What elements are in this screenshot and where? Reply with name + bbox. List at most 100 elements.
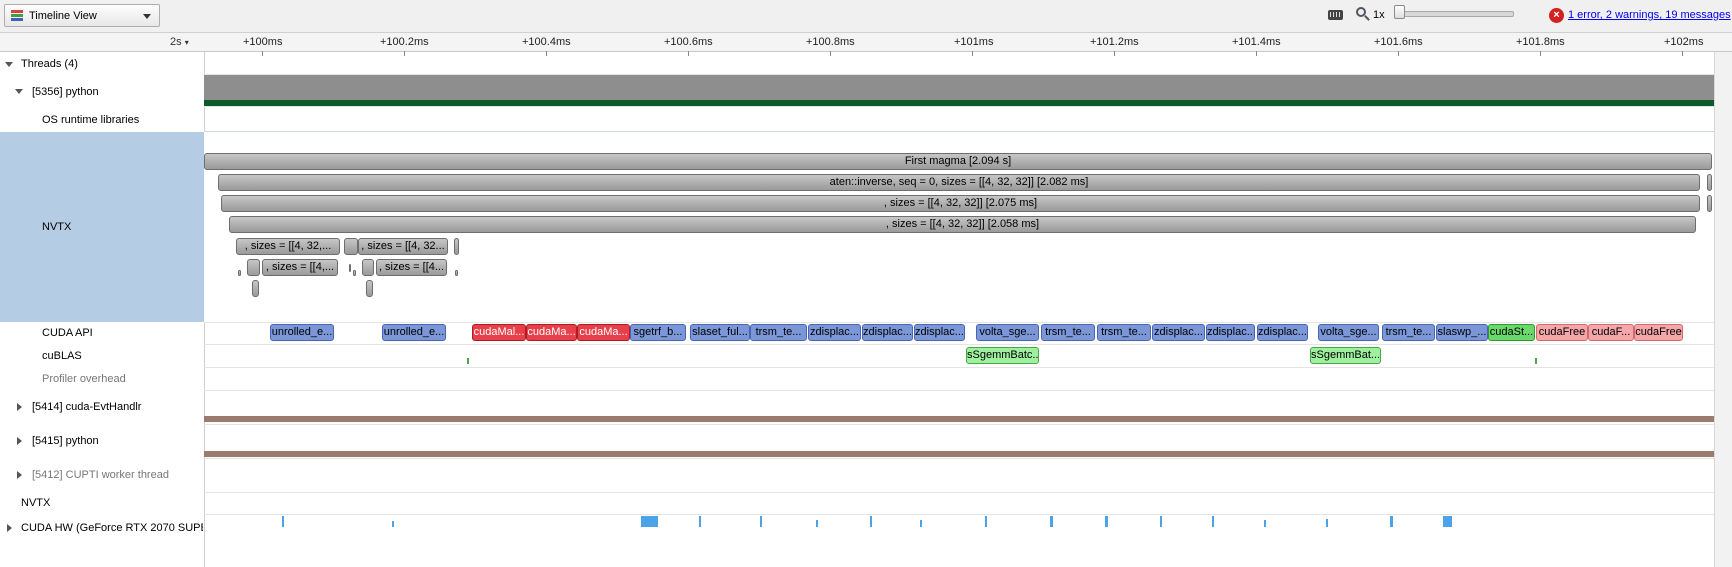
kernel-mark[interactable] — [282, 516, 284, 527]
keyboard-icon[interactable] — [1328, 10, 1343, 20]
nvtx-range-aten-inverse[interactable]: aten::inverse, seq = 0, sizes = [[4, 32,… — [218, 174, 1700, 191]
ruler-tick-label: +101.4ms — [1232, 36, 1281, 48]
kernel-mark[interactable] — [920, 520, 922, 527]
nvtx-range-first-magma[interactable]: First magma [2.094 s] — [204, 153, 1712, 170]
tree-nvtx-global[interactable]: NVTX — [21, 497, 50, 509]
messages-link[interactable]: 1 error, 2 warnings, 19 messages — [1568, 9, 1731, 21]
cuda-api-call[interactable]: cudaFree — [1634, 324, 1683, 341]
cuda-api-call[interactable]: trsm_te... — [1097, 324, 1151, 341]
cuda-api-call[interactable]: zdisplac... — [1152, 324, 1205, 341]
tree-cublas[interactable]: cuBLAS — [42, 350, 82, 362]
tree-nvtx[interactable]: NVTX — [42, 221, 71, 233]
cublas-call[interactable]: sSgemmBat... — [1310, 347, 1381, 364]
ruler-tick — [546, 51, 547, 56]
tree-os-runtime[interactable]: OS runtime libraries — [42, 114, 139, 126]
cuda-api-call[interactable]: cudaF... — [1588, 324, 1634, 341]
nvtx-subrange[interactable] — [362, 259, 374, 276]
cuda-api-call[interactable]: sgetrf_b... — [630, 324, 686, 341]
kernel-mark[interactable] — [1160, 516, 1162, 527]
nvtx-range[interactable]: , sizes = [[4, 32, 32]] [2.075 ms] — [221, 195, 1700, 212]
zoom-icon[interactable] — [1356, 7, 1366, 17]
cuda-api-call[interactable]: cudaMa... — [526, 324, 577, 341]
cuda-api-call[interactable]: volta_sge... — [976, 324, 1039, 341]
kernel-mark[interactable] — [1050, 516, 1053, 527]
nvtx-subrange[interactable] — [344, 238, 358, 255]
python-5415-activity-bar[interactable] — [204, 451, 1714, 457]
cuda-api-call[interactable]: cudaMal... — [472, 324, 526, 341]
cuda-api-call[interactable]: volta_sge... — [1318, 324, 1379, 341]
zoom-slider-track[interactable] — [1394, 11, 1514, 17]
tree-cuda-evthandlr[interactable]: [5414] cuda-EvtHandlr — [32, 401, 141, 413]
kernel-mark[interactable] — [1212, 516, 1214, 527]
kernel-mark[interactable] — [816, 520, 818, 527]
cuda-api-call[interactable]: zdisplac... — [862, 324, 913, 341]
ruler-scale-label: 2s — [170, 36, 182, 48]
kernel-mark[interactable] — [1264, 520, 1266, 527]
ruler-tick — [830, 51, 831, 56]
kernel-mark[interactable] — [641, 516, 658, 527]
cuda-api-call[interactable]: cudaSt... — [1488, 324, 1535, 341]
nvtx-range-sliver[interactable] — [1707, 174, 1712, 191]
nvtx-subrange[interactable] — [247, 259, 260, 276]
nvtx-range[interactable]: , sizes = [[4, 32, 32]] [2.058 ms] — [229, 216, 1696, 233]
evthandlr-activity-bar[interactable] — [204, 416, 1714, 422]
collapse-threads-icon[interactable] — [5, 62, 13, 67]
kernel-mark[interactable] — [1443, 516, 1452, 527]
zoom-slider-thumb[interactable] — [1394, 5, 1405, 19]
expand-python-5415-icon[interactable] — [17, 437, 22, 445]
kernel-mark[interactable] — [1326, 519, 1328, 527]
cublas-tick — [1535, 358, 1537, 364]
ruler-tick-label: +102ms — [1664, 36, 1704, 48]
tree-cupti-worker[interactable]: [5412] CUPTI worker thread — [32, 469, 169, 481]
kernel-mark[interactable] — [870, 516, 872, 527]
collapse-python-icon[interactable] — [15, 89, 23, 94]
cuda-api-call[interactable]: cudaFree — [1536, 324, 1588, 341]
kernel-mark[interactable] — [1390, 516, 1393, 527]
cublas-call[interactable]: sSgemmBatc... — [966, 347, 1039, 364]
row-separator — [204, 131, 1714, 132]
tree-cuda-hw[interactable]: CUDA HW (GeForce RTX 2070 SUPER — [21, 522, 203, 534]
tree-profiler-overhead[interactable]: Profiler overhead — [42, 373, 126, 385]
nvtx-subrange[interactable]: , sizes = [[4... — [376, 259, 447, 276]
view-select-dropdown[interactable]: Timeline View — [4, 4, 160, 27]
tree-threads[interactable]: Threads (4) — [21, 58, 78, 70]
cuda-api-call[interactable]: slaswp_... — [1436, 324, 1488, 341]
cuda-api-call[interactable]: zdisplac... — [808, 324, 861, 341]
kernel-mark[interactable] — [985, 516, 987, 527]
cuda-api-call[interactable]: trsm_te... — [750, 324, 807, 341]
tree-python-5356[interactable]: [5356] python — [32, 86, 99, 98]
cuda-api-call[interactable]: zdisplac... — [1206, 324, 1255, 341]
nvtx-subrange[interactable] — [366, 280, 373, 297]
cuda-api-call[interactable]: zdisplac... — [1257, 324, 1308, 341]
ruler-tick-label: +100.4ms — [522, 36, 571, 48]
thread-activity-bar[interactable] — [204, 75, 1714, 100]
cuda-api-call[interactable]: trsm_te... — [1041, 324, 1095, 341]
kernel-mark[interactable] — [392, 521, 394, 527]
nvtx-subrange[interactable]: , sizes = [[4,... — [262, 259, 338, 276]
cuda-api-call[interactable]: trsm_te... — [1382, 324, 1435, 341]
expand-evt-icon[interactable] — [17, 403, 22, 411]
tree-cuda-api[interactable]: CUDA API — [42, 327, 93, 339]
nvtx-subrange[interactable] — [454, 238, 459, 255]
kernel-mark[interactable] — [760, 516, 762, 527]
nvtx-range-sliver[interactable] — [1707, 195, 1712, 212]
cuda-api-call[interactable]: unrolled_e... — [270, 324, 334, 341]
expand-cupti-icon[interactable] — [17, 471, 22, 479]
cuda-api-call[interactable]: slaset_ful... — [690, 324, 750, 341]
cuda-api-call[interactable]: unrolled_e... — [382, 324, 446, 341]
expand-cuda-hw-icon[interactable] — [7, 524, 12, 532]
ruler-tick-label: +101ms — [954, 36, 994, 48]
tree-python-5415[interactable]: [5415] python — [32, 435, 99, 447]
nvtx-subrange[interactable]: , sizes = [[4, 32,... — [236, 238, 340, 255]
nvtx-subrange[interactable] — [252, 280, 259, 297]
cuda-api-call[interactable]: zdisplac... — [914, 324, 965, 341]
nvtx-tick — [455, 270, 458, 276]
kernel-mark[interactable] — [1105, 516, 1108, 527]
row-separator — [204, 390, 1714, 391]
vertical-scrollbar[interactable] — [1714, 52, 1732, 567]
ruler-scale[interactable]: 2s ▾ — [170, 36, 189, 48]
kernel-mark[interactable] — [699, 516, 701, 527]
nvtx-subrange[interactable]: , sizes = [[4, 32... — [358, 238, 448, 255]
ruler-tick — [1540, 51, 1541, 56]
cuda-api-call[interactable]: cudaMa... — [577, 324, 630, 341]
